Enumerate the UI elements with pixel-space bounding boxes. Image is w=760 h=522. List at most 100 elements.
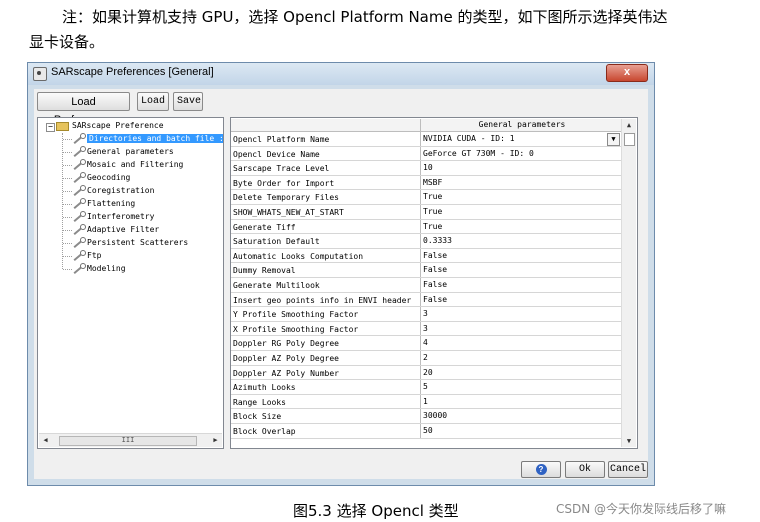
scroll-right-icon[interactable]: ▶ (209, 434, 222, 447)
parameter-name: Delete Temporary Files (233, 193, 339, 203)
scroll-left-icon[interactable]: ◀ (39, 434, 52, 447)
tree-item-label: Ftp (87, 251, 102, 260)
tree-item[interactable]: Flattening (87, 198, 135, 210)
load-button[interactable]: Load (137, 92, 169, 111)
parameter-value[interactable]: 0.3333 (420, 234, 622, 248)
parameter-value-text: MSBF (423, 177, 443, 187)
grid-row: Byte Order for Import MSBF (231, 175, 622, 191)
parameter-value[interactable]: 10 (420, 161, 622, 175)
parameter-value[interactable]: GeForce GT 730M - ID: 0 (420, 146, 622, 161)
wrench-icon (71, 237, 86, 249)
tree-item[interactable]: General parameters (87, 146, 174, 158)
parameter-value[interactable]: 3 (420, 321, 622, 336)
cancel-button[interactable]: Cancel (608, 461, 648, 478)
help-icon: ? (535, 464, 547, 475)
parameter-value-text: 10 (423, 163, 433, 173)
tree-horizontal-scrollbar[interactable]: ◀ III ▶ (39, 433, 222, 447)
grid-row: Range Looks 1 (231, 394, 622, 410)
tree-item-label: Mosaic and Filtering (87, 160, 184, 169)
tree-item-label: Directories and batch file : (87, 134, 224, 143)
tree-item-label: General parameters (87, 147, 174, 156)
grid-row: Sarscape Trace Level 10 (231, 161, 622, 176)
parameter-name: Y Profile Smoothing Factor (233, 310, 359, 320)
parameter-value[interactable]: MSBF (420, 175, 622, 190)
parameter-value-text: 20 (423, 367, 433, 377)
wrench-icon (71, 263, 86, 275)
close-button[interactable]: x (606, 64, 648, 82)
grid-row: Doppler AZ Poly Number 20 (231, 365, 622, 381)
tree-item[interactable]: Directories and batch file : (87, 133, 224, 145)
parameter-value[interactable]: 5 (420, 380, 622, 394)
grid-row: Delete Temporary Files True (231, 190, 622, 205)
parameter-value-text: 0.3333 (423, 236, 452, 246)
tree-collapse-toggle[interactable]: − (46, 123, 55, 132)
category-tree[interactable]: − SARscape Preference Directories and ba… (37, 117, 224, 449)
parameter-value[interactable]: False (420, 292, 622, 307)
tree-item[interactable]: Adaptive Filter (87, 224, 159, 236)
parameter-name: Doppler AZ Poly Number (233, 368, 339, 378)
parameter-value-text: True (423, 207, 443, 216)
tree-scroll-thumb[interactable]: III (59, 436, 197, 446)
parameter-value[interactable]: False (420, 263, 622, 277)
load-preferences-button[interactable]: Load Preferences (37, 92, 130, 126)
parameters-grid[interactable]: General parameters Opencl Platform Name N… (230, 117, 638, 449)
grid-row: Block Size 30000 (231, 409, 622, 424)
title-bar[interactable]: SARscape Preferences [General] x (28, 63, 654, 85)
parameter-value[interactable]: True (420, 205, 622, 219)
dialog-client-area: Load Preferences Load Save − SARscape Pr… (34, 89, 648, 479)
parameter-value-text: False (423, 265, 448, 275)
tree-item[interactable]: Persistent Scatterers (87, 237, 188, 249)
parameter-value[interactable]: 4 (420, 336, 622, 350)
parameter-value-text: 1 (423, 396, 428, 406)
note-line-1: 注：如果计算机支持 GPU，选择 Opencl Platform Name 的类… (62, 8, 668, 26)
help-button[interactable]: ? (521, 461, 561, 478)
scroll-down-icon[interactable]: ▼ (622, 435, 636, 447)
wrench-icon (71, 172, 86, 184)
parameter-name: Azimuth Looks (233, 383, 296, 393)
wrench-icon (71, 159, 86, 171)
parameter-value[interactable]: True (420, 190, 622, 204)
tree-item[interactable]: Geocoding (87, 172, 130, 184)
grid-row: Automatic Looks Computation False (231, 248, 622, 264)
tree-root[interactable]: SARscape Preference (72, 120, 164, 132)
parameter-name: Opencl Device Name (233, 149, 320, 159)
tree-item[interactable]: Ftp (87, 250, 101, 262)
grid-row: Doppler AZ Poly Degree 2 (231, 351, 622, 366)
scroll-up-icon[interactable]: ▲ (622, 119, 636, 131)
tree-item[interactable]: Interferometry (87, 211, 154, 223)
figure-caption: 图5.3 选择 Opencl 类型 (293, 502, 459, 520)
folder-icon (56, 122, 69, 131)
grid-scroll-thumb[interactable] (624, 133, 635, 146)
tree-item[interactable]: Mosaic and Filtering (87, 159, 183, 171)
parameter-value[interactable]: 2 (420, 351, 622, 365)
grid-row: SHOW_WHATS_NEW_AT_START True (231, 205, 622, 220)
parameter-name: Generate Multilook (233, 281, 320, 290)
preferences-window: SARscape Preferences [General] x Load Pr… (27, 62, 655, 486)
parameter-value[interactable]: 30000 (420, 409, 622, 423)
opencl-platform-dropdown[interactable]: NVIDIA CUDA - ID: 1 ▼ (420, 132, 622, 146)
grid-vertical-scrollbar[interactable]: ▲ ▼ (621, 119, 636, 447)
parameter-value[interactable]: False (420, 278, 622, 292)
parameter-name: Automatic Looks Computation (233, 251, 364, 261)
wrench-icon (71, 185, 86, 197)
parameter-value[interactable]: False (420, 248, 622, 263)
parameter-name: Byte Order for Import (233, 178, 335, 188)
parameter-value[interactable]: 20 (420, 365, 622, 380)
parameter-name: Generate Tiff (233, 222, 296, 232)
parameter-name: Sarscape Trace Level (233, 164, 330, 174)
grid-header: General parameters (420, 119, 623, 132)
parameter-value[interactable]: True (420, 219, 622, 234)
ok-button[interactable]: Ok (565, 461, 605, 478)
tree-item[interactable]: Coregistration (87, 185, 154, 197)
parameter-value[interactable]: 1 (420, 394, 622, 409)
app-icon (33, 67, 47, 81)
parameter-name: Block Size (233, 412, 282, 422)
dropdown-arrow-icon[interactable]: ▼ (607, 133, 620, 146)
parameter-value-text: 2 (423, 353, 428, 362)
parameter-value-text: 3 (423, 309, 428, 319)
parameter-value-text: False (423, 294, 448, 304)
parameter-value[interactable]: 3 (420, 307, 622, 321)
save-button[interactable]: Save (173, 92, 203, 111)
tree-item[interactable]: Modeling (87, 263, 126, 275)
parameter-value[interactable]: 50 (420, 424, 622, 438)
